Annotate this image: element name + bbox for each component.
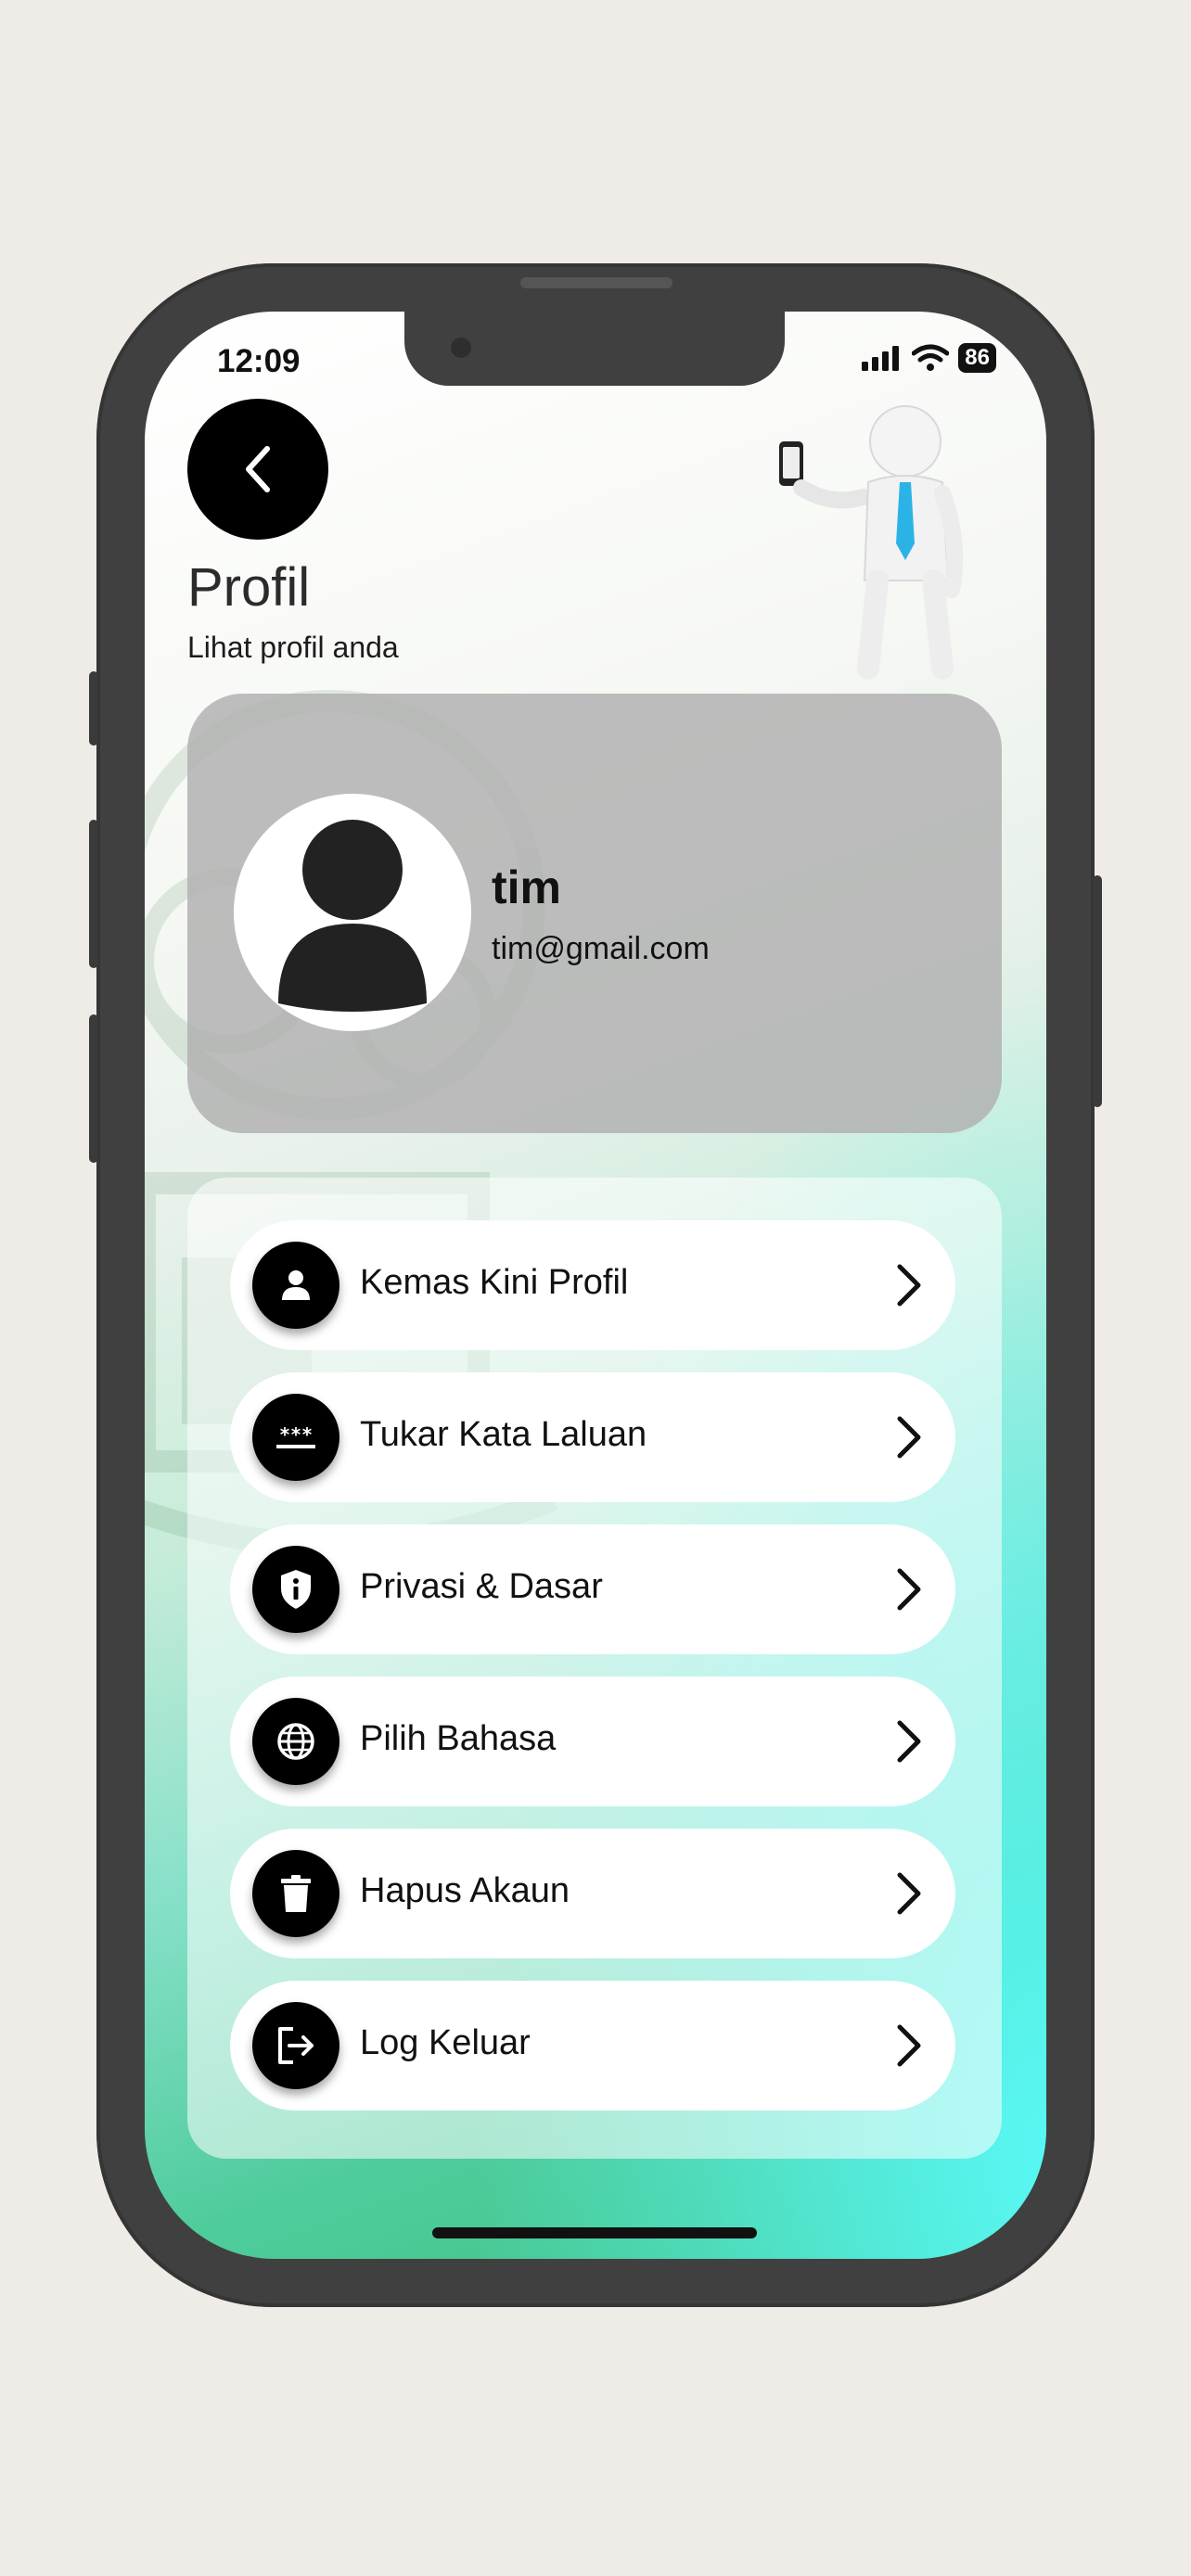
- page-title: Profil: [187, 557, 311, 618]
- chevron-right-icon: [897, 1264, 921, 1307]
- menu-item-update-profile[interactable]: Kemas Kini Profil: [230, 1220, 955, 1350]
- status-time: 12:09: [217, 343, 301, 379]
- menu-item-log-out[interactable]: Log Keluar: [230, 1981, 955, 2111]
- menu-panel: Kemas Kini Profil *** Tukar Kata Laluan: [187, 1178, 1002, 2159]
- volume-down-button: [89, 1014, 98, 1163]
- front-camera: [451, 338, 471, 358]
- profile-card: tim tim@gmail.com: [187, 694, 1002, 1133]
- menu-label: Hapus Akaun: [360, 1871, 570, 1910]
- person-icon: [252, 1242, 339, 1329]
- speaker: [520, 277, 672, 288]
- menu-label: Privasi & Dasar: [360, 1567, 603, 1606]
- menu-label: Kemas Kini Profil: [360, 1263, 629, 1302]
- svg-text:***: ***: [279, 1423, 313, 1446]
- chevron-right-icon: [897, 1568, 921, 1611]
- chevron-right-icon: [897, 2024, 921, 2067]
- mute-switch: [89, 671, 98, 746]
- menu-item-choose-language[interactable]: Pilih Bahasa: [230, 1677, 955, 1806]
- menu-item-delete-account[interactable]: Hapus Akaun: [230, 1829, 955, 1958]
- menu-item-privacy-policy[interactable]: Privasi & Dasar: [230, 1524, 955, 1654]
- profile-email: tim@gmail.com: [492, 931, 710, 966]
- page-subtitle: Lihat profil anda: [187, 631, 399, 664]
- chevron-left-icon: [246, 446, 270, 492]
- menu-label: Log Keluar: [360, 2023, 531, 2062]
- volume-up-button: [89, 820, 98, 968]
- home-indicator[interactable]: [432, 2227, 757, 2238]
- profile-name: tim: [492, 861, 561, 913]
- phone-frame: 12:09 86 Profil Lihat profil anda tim ti…: [89, 263, 1102, 2307]
- back-button[interactable]: [187, 399, 328, 540]
- menu-label: Pilih Bahasa: [360, 1719, 557, 1758]
- wifi-icon: [912, 344, 950, 371]
- battery-indicator: 86: [958, 343, 996, 373]
- status-icons: 86: [862, 343, 996, 373]
- logout-icon: [252, 2002, 339, 2089]
- person-with-phone-illustration: [779, 405, 964, 680]
- menu-item-change-password[interactable]: *** Tukar Kata Laluan: [230, 1372, 955, 1502]
- password-icon: ***: [252, 1394, 339, 1481]
- trash-icon: [252, 1850, 339, 1937]
- signal-icon: [862, 346, 900, 371]
- screen: 12:09 86 Profil Lihat profil anda tim ti…: [145, 312, 1046, 2259]
- user-silhouette-icon: [278, 820, 427, 1012]
- chevron-right-icon: [897, 1720, 921, 1763]
- shield-info-icon: [252, 1546, 339, 1633]
- chevron-right-icon: [897, 1416, 921, 1459]
- menu-label: Tukar Kata Laluan: [360, 1415, 647, 1454]
- globe-icon: [252, 1698, 339, 1785]
- power-button: [1093, 875, 1102, 1107]
- avatar: [234, 794, 471, 1031]
- chevron-right-icon: [897, 1872, 921, 1915]
